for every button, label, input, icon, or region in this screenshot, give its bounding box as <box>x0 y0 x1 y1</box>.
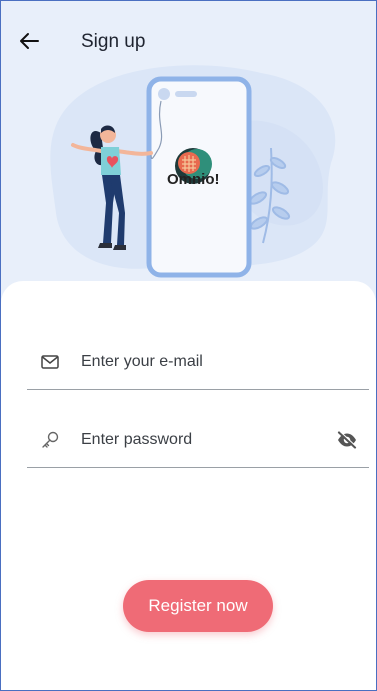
mail-icon <box>39 351 61 373</box>
back-button[interactable] <box>15 27 43 55</box>
hero-illustration: Omnio! <box>1 63 376 283</box>
email-field <box>27 335 369 390</box>
password-field <box>27 413 369 468</box>
arrow-left-icon <box>20 33 39 49</box>
signup-screen: Sign up Omnio! Enter your e-mail Registe… <box>0 0 377 691</box>
app-bar: Sign up <box>1 1 376 71</box>
eye-off-icon <box>337 431 357 449</box>
toggle-password-visibility[interactable] <box>335 428 359 452</box>
key-icon <box>39 429 61 451</box>
page-title: Sign up <box>81 31 146 52</box>
register-button[interactable]: Register now <box>123 580 273 632</box>
email-input[interactable] <box>81 353 311 371</box>
brand-name: Omnio! <box>167 171 220 188</box>
password-input[interactable] <box>81 431 311 449</box>
